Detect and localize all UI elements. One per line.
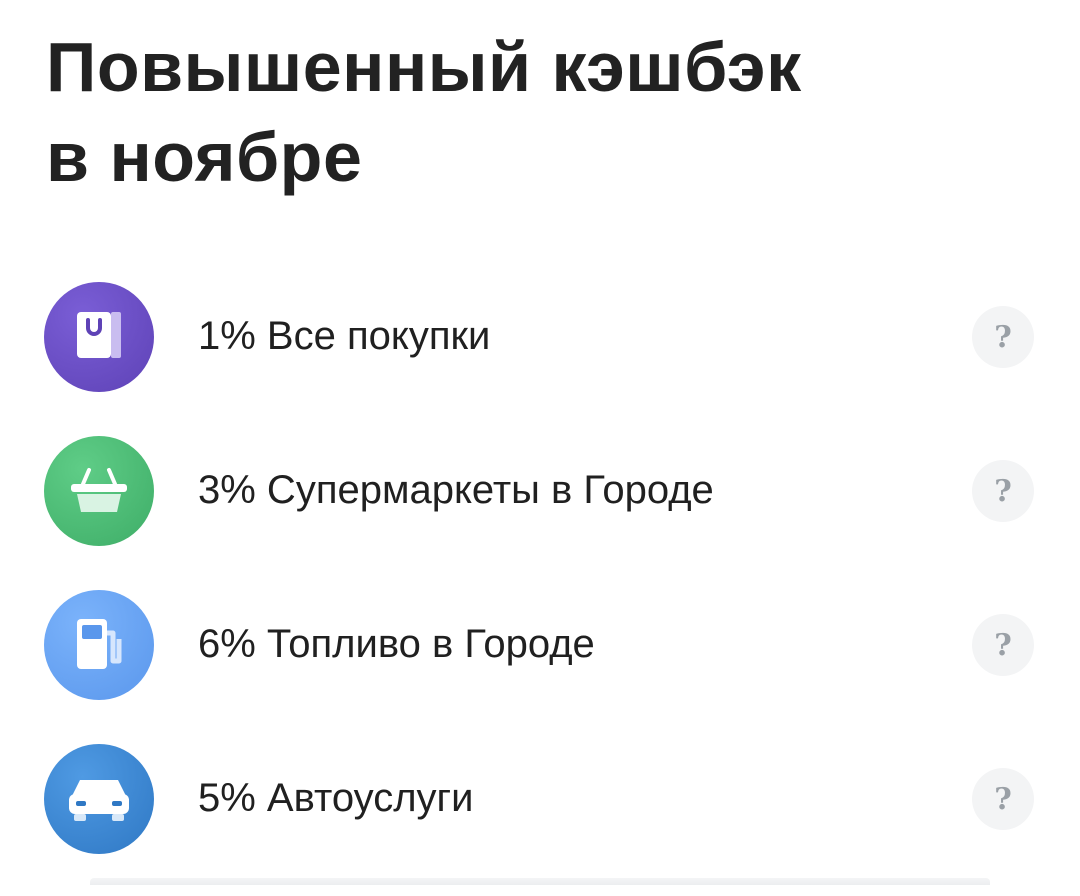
page-title-line-2: в ноябре xyxy=(46,118,363,196)
page-title-line-1: Повышенный кэшбэк xyxy=(46,28,802,106)
basket-icon xyxy=(44,436,154,546)
page-title: Повышенный кэшбэк в ноябре xyxy=(46,22,802,202)
category-label: 3% Супермаркеты в Городе xyxy=(198,468,714,512)
category-label: 5% Автоуслуги xyxy=(198,776,474,820)
list-item-fuel[interactable]: 6% Топливо в Городе ? xyxy=(0,588,1080,742)
cashback-category-list: 1% Все покупки ? 3% Супермаркеты в Город… xyxy=(0,280,1080,896)
help-button[interactable]: ? xyxy=(972,306,1034,368)
fuel-pump-icon xyxy=(44,590,154,700)
car-icon xyxy=(44,744,154,854)
help-button[interactable]: ? xyxy=(972,460,1034,522)
card-edge-divider xyxy=(90,878,990,885)
shopping-bag-icon xyxy=(44,282,154,392)
list-item-supermarkets[interactable]: 3% Супермаркеты в Городе ? xyxy=(0,434,1080,588)
category-label: 1% Все покупки xyxy=(198,314,491,358)
list-item-auto-services[interactable]: 5% Автоуслуги ? xyxy=(0,742,1080,896)
help-button[interactable]: ? xyxy=(972,768,1034,830)
list-item-all-purchases[interactable]: 1% Все покупки ? xyxy=(0,280,1080,434)
help-button[interactable]: ? xyxy=(972,614,1034,676)
category-label: 6% Топливо в Городе xyxy=(198,622,595,666)
